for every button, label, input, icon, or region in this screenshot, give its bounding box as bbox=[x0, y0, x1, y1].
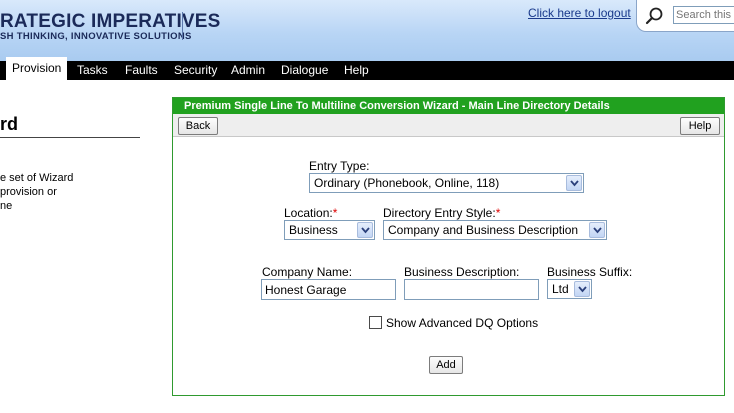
intro-text-line: e set of Wizard bbox=[0, 172, 74, 184]
wizard-panel: Premium Single Line To Multiline Convers… bbox=[172, 97, 725, 396]
wizard-title: Premium Single Line To Multiline Convers… bbox=[173, 98, 724, 114]
header-banner: RATEGIC IMPERATIVES SH THINKING, INNOVAT… bbox=[0, 0, 734, 61]
nav-admin[interactable]: Admin bbox=[231, 61, 265, 80]
entry-style-value: Company and Business Description bbox=[388, 223, 579, 237]
intro-text-line: ne bbox=[0, 200, 13, 212]
entry-type-select[interactable]: Ordinary (Phonebook, Online, 118) bbox=[309, 173, 584, 193]
chevron-down-icon bbox=[566, 175, 582, 191]
brand-tagline: SH THINKING, INNOVATIVE SOLUTIONS bbox=[0, 31, 192, 42]
chevron-down-icon bbox=[574, 281, 590, 297]
nav-dialogue[interactable]: Dialogue bbox=[281, 61, 328, 80]
wizard-toolbar: Back Help bbox=[173, 114, 724, 137]
business-description-label: Business Description: bbox=[404, 265, 520, 279]
required-marker: * bbox=[332, 206, 338, 220]
page-title: rd bbox=[0, 114, 18, 134]
nav-faults[interactable]: Faults bbox=[125, 61, 158, 80]
company-name-input[interactable] bbox=[261, 279, 396, 300]
main-nav: Provision Tasks Faults Security Admin Di… bbox=[0, 57, 734, 80]
add-button[interactable]: Add bbox=[429, 356, 463, 374]
required-marker: * bbox=[495, 206, 501, 220]
nav-provision[interactable]: Provision bbox=[6, 57, 68, 80]
entry-type-value: Ordinary (Phonebook, Online, 118) bbox=[314, 176, 500, 190]
company-name-label: Company Name: bbox=[262, 265, 353, 279]
advanced-dq-label: Show Advanced DQ Options bbox=[386, 316, 539, 330]
location-label: Location:* bbox=[284, 206, 338, 220]
entry-style-label: Directory Entry Style:* bbox=[383, 206, 501, 220]
search-icon[interactable] bbox=[645, 6, 665, 26]
brand-title: RATEGIC IMPERATIVES bbox=[0, 11, 221, 32]
back-button[interactable]: Back bbox=[178, 117, 218, 135]
business-suffix-label: Business Suffix: bbox=[547, 265, 633, 279]
search-input[interactable] bbox=[673, 6, 734, 24]
business-description-input[interactable] bbox=[404, 279, 539, 300]
chevron-down-icon bbox=[589, 222, 605, 238]
intro-text-line: provision or bbox=[0, 186, 57, 198]
chevron-down-icon bbox=[357, 222, 373, 238]
search-box bbox=[636, 0, 734, 32]
title-divider bbox=[0, 137, 140, 138]
nav-help[interactable]: Help bbox=[344, 61, 369, 80]
location-select[interactable]: Business bbox=[284, 220, 375, 240]
entry-style-select[interactable]: Company and Business Description bbox=[383, 220, 607, 240]
location-value: Business bbox=[289, 223, 338, 237]
business-suffix-value: Ltd bbox=[552, 282, 569, 296]
brand-divider bbox=[182, 12, 183, 40]
logout-link[interactable]: Click here to logout bbox=[528, 6, 631, 20]
help-button[interactable]: Help bbox=[680, 117, 720, 135]
nav-security[interactable]: Security bbox=[174, 61, 217, 80]
entry-type-label: Entry Type: bbox=[309, 159, 370, 173]
nav-tasks[interactable]: Tasks bbox=[77, 61, 108, 80]
advanced-dq-checkbox[interactable] bbox=[369, 316, 382, 329]
business-suffix-select[interactable]: Ltd bbox=[547, 279, 592, 299]
